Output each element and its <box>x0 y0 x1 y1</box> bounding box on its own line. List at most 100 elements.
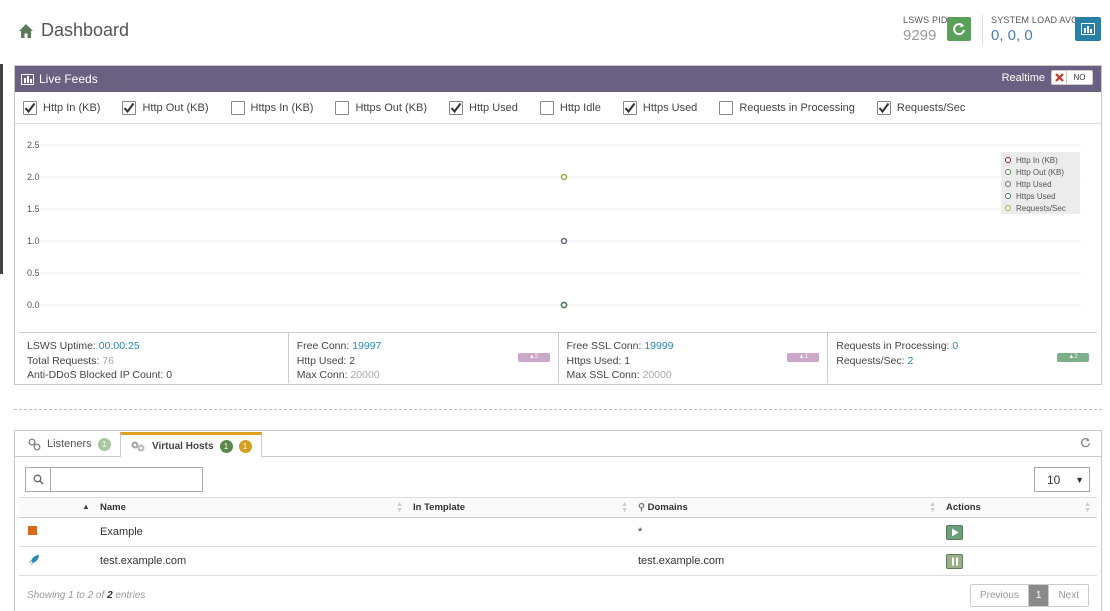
series-checkbox-label: Http Used <box>469 101 518 114</box>
info-suffix: entries <box>112 590 146 601</box>
legend-label: Http Used <box>1016 179 1052 189</box>
series-checkbox[interactable]: Requests/Sec <box>876 100 965 115</box>
column-name[interactable]: ▲ Name ▲ ▼ <box>82 497 409 518</box>
bar-chart-icon <box>21 73 34 85</box>
sort-icon: ▲ ▼ <box>396 501 403 514</box>
antiddos-value: 0 <box>166 369 173 381</box>
y-tick-label: 2.0 <box>27 172 40 182</box>
tab-virtual-hosts-label: Virtual Hosts <box>152 440 214 452</box>
load-value: 0, 0, 0 <box>991 27 1033 44</box>
req-sec-label: Requests/Sec: <box>836 354 905 367</box>
free-conn-value: 19997 <box>352 340 382 352</box>
column-domains[interactable]: ⚲ Domains ▲ ▼ <box>634 497 942 518</box>
column-actions-label: Actions <box>946 502 981 513</box>
table-info: Showing 1 to 2 of 2 entries <box>27 590 145 601</box>
pause-button[interactable] <box>946 553 963 569</box>
sort-icon: ▲ ▼ <box>1084 501 1091 514</box>
previous-button[interactable]: Previous <box>971 585 1029 606</box>
series-checkbox-label: Http In (KB) <box>43 101 101 114</box>
column-in-template-label: In Template <box>413 502 466 513</box>
checkbox-checked-icon[interactable] <box>23 100 37 115</box>
checkbox-checked-icon[interactable] <box>122 100 137 115</box>
checkbox-unchecked-icon[interactable] <box>230 100 245 115</box>
series-checkbox[interactable]: Requests in Processing <box>719 100 855 115</box>
free-conn-label: Free Conn: <box>296 340 350 352</box>
page-1-button[interactable]: 1 <box>1028 585 1049 606</box>
checkbox-unchecked-icon[interactable] <box>539 100 554 115</box>
bar-chart-icon <box>1081 23 1095 35</box>
column-in-template[interactable]: In Template ▲ ▼ <box>409 497 634 518</box>
series-checkbox[interactable]: Http Used <box>449 100 518 115</box>
section-divider <box>14 409 1102 410</box>
checkbox-checked-icon[interactable] <box>449 100 463 115</box>
page-header: Dashboard LSWS PID 9299 SYSTEM LOAD AVG … <box>0 0 1110 64</box>
refresh-icon <box>1081 438 1091 448</box>
sort-icon: ▲ ▼ <box>621 501 628 514</box>
series-checkbox[interactable]: Http Idle <box>539 100 601 115</box>
antiddos-label: Anti-DDoS Blocked IP Count: <box>27 369 164 381</box>
realtime-stats-button[interactable] <box>1075 17 1101 41</box>
servers-icon <box>131 441 145 451</box>
stats-server: LSWS Uptime: 00:00:25 Total Requests: 76… <box>19 333 289 383</box>
series-checkbox-label: Https In (KB) <box>250 101 314 114</box>
search-group <box>25 467 203 492</box>
pid-block: LSWS PID 9299 <box>903 15 948 44</box>
tab-virtual-hosts[interactable]: Virtual Hosts 1 1 <box>120 432 262 458</box>
y-tick-label: 1.5 <box>27 204 40 214</box>
checkbox-unchecked-icon[interactable] <box>335 100 350 115</box>
series-checkbox[interactable]: Https Out (KB) <box>335 100 427 115</box>
legend-item: Http In (KB) <box>1005 154 1076 166</box>
restart-button[interactable] <box>947 17 971 41</box>
y-tick-label: 0.5 <box>27 268 40 278</box>
search-input[interactable] <box>51 467 203 492</box>
rocket-icon <box>28 554 40 569</box>
sparkline-https: ▲1 <box>787 353 820 362</box>
refresh-button[interactable] <box>1080 437 1091 451</box>
checkbox-unchecked-icon[interactable] <box>719 100 734 115</box>
search-button[interactable] <box>25 467 51 492</box>
series-checkbox-label: Https Used <box>642 101 698 114</box>
tab-listeners[interactable]: Listeners 1 <box>19 431 120 457</box>
stats-requests: Requests in Processing: 0 Requests/Sec: … <box>828 333 1097 383</box>
legend-item: Http Out (KB) <box>1005 166 1076 178</box>
max-conn-value: 20000 <box>350 369 380 381</box>
play-icon <box>951 528 958 536</box>
live-feeds-chart: 2.5 2.0 1.5 1.0 0.5 0.0 <box>27 140 1081 310</box>
name-cell: test.example.com <box>96 546 409 576</box>
series-checkbox[interactable]: Http Out (KB) <box>122 100 209 115</box>
page-size-value: 10 <box>1047 472 1061 487</box>
home-icon <box>19 23 33 38</box>
legend-item: Https Used <box>1005 190 1076 202</box>
start-button[interactable] <box>946 524 963 540</box>
stats-row: LSWS Uptime: 00:00:25 Total Requests: 76… <box>19 332 1097 383</box>
next-button[interactable]: Next <box>1048 585 1088 606</box>
sparkline-requests: ▲2 <box>1057 353 1089 362</box>
max-conn-label: Max Conn: <box>296 369 348 381</box>
series-checkbox[interactable]: Http In (KB) <box>23 100 101 115</box>
sparkline-http: ▲2 <box>517 353 550 362</box>
legend-marker <box>1005 169 1011 175</box>
series-checkbox[interactable]: Https In (KB) <box>230 100 314 115</box>
actions-cell <box>942 517 1097 547</box>
series-checkbox[interactable]: Https Used <box>622 100 698 115</box>
realtime-label: Realtime <box>1001 71 1045 84</box>
live-feeds-header: Live Feeds Realtime NO <box>15 66 1101 92</box>
info-prefix: Showing 1 to 2 of <box>27 590 108 601</box>
close-icon <box>1052 71 1066 84</box>
load-label: SYSTEM LOAD AVG <box>991 15 1079 25</box>
data-point <box>560 301 568 309</box>
data-point <box>560 173 568 181</box>
status-cell <box>19 546 96 576</box>
link-icon <box>28 438 41 450</box>
legend-label: Requests/Sec <box>1016 203 1066 213</box>
checkbox-checked-icon[interactable] <box>622 100 637 115</box>
max-ssl-label: Max SSL Conn: <box>566 369 640 381</box>
live-feeds-panel: Live Feeds Realtime NO Http In (KB) Http … <box>14 65 1102 385</box>
actions-cell <box>942 546 1097 576</box>
uptime-value: 00:00:25 <box>98 340 140 352</box>
column-actions[interactable]: Actions ▲ ▼ <box>942 497 1097 518</box>
checkbox-checked-icon[interactable] <box>876 100 891 115</box>
page-size-select[interactable]: 10 ▼ <box>1034 467 1090 492</box>
http-used-label: Http Used: <box>296 354 347 367</box>
realtime-toggle[interactable]: NO <box>1051 70 1093 85</box>
